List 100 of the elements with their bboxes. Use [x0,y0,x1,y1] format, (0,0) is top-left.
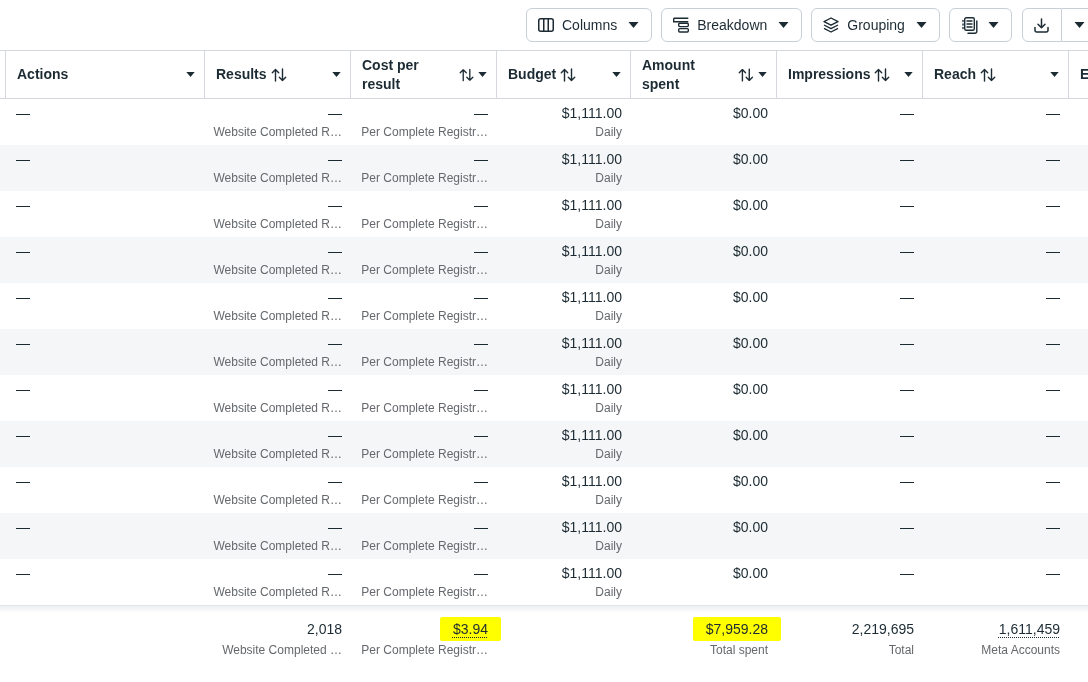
toolbar-menu-button[interactable] [948,8,1012,42]
dropdown-button[interactable] [1061,8,1088,42]
caret-icon[interactable] [904,72,913,77]
metric-caption: Per Complete Registr… [361,584,488,600]
sort-icon[interactable] [270,67,287,82]
caret-icon[interactable] [332,72,341,77]
sort-icon[interactable] [980,67,997,82]
metric-caption: Daily [595,262,622,278]
metric-value: $1,111.00 [561,242,622,260]
column-header[interactable]: Amount spent [631,51,777,98]
download-button[interactable] [1021,8,1062,42]
caret-icon[interactable] [612,72,621,77]
metric-value: $0.00 [732,288,768,306]
metric-value: — [900,104,914,122]
metric-value: — [16,472,30,490]
metric-value: — [900,242,914,260]
metric-value: — [16,104,30,122]
caret-icon[interactable] [186,72,195,77]
column-header[interactable]: Actions [5,51,205,98]
column-header[interactable]: Budget [497,51,631,98]
toolbar-button[interactable]: Grouping [811,8,940,42]
metric-value: — [328,380,342,398]
total-value: 2,219,695 [851,620,914,638]
metric-value: — [16,288,30,306]
sort-icon[interactable] [560,67,577,82]
column-header[interactable]: Reach [923,51,1069,98]
caret-icon[interactable] [758,72,767,77]
metric-caption: Website Completed R… [213,354,342,370]
metric-value: — [328,150,342,168]
metric-caption: Daily [595,400,622,416]
caret-icon[interactable] [778,22,790,28]
metric-caption: Daily [595,584,622,600]
metric-caption: Daily [595,492,622,508]
caret-icon[interactable] [1050,72,1059,77]
columns-icon [538,18,554,32]
metric-value: — [1046,104,1060,122]
metric-value: $1,111.00 [561,334,622,352]
metric-caption: Website Completed R… [213,584,342,600]
metric-value: — [1046,150,1060,168]
metric-caption: Website Completed R… [213,492,342,508]
metric-value: — [328,564,342,582]
metric-caption: Per Complete Registr… [361,400,488,416]
metric-value: — [474,196,488,214]
metric-caption: Daily [595,446,622,462]
metric-caption: Per Complete Registr… [361,354,488,370]
metric-value: — [474,104,488,122]
sort-icon[interactable] [458,67,474,82]
metric-value: — [474,334,488,352]
metric-caption: Daily [595,308,622,324]
metric-caption: Website Completed R… [213,538,342,554]
total-caption: Total [888,642,914,658]
caret-icon[interactable] [478,72,487,77]
metric-value: — [474,564,488,582]
metric-value: — [900,196,914,214]
toolbar-button[interactable]: Breakdown [661,8,803,42]
sort-icon[interactable] [874,67,891,82]
metric-value: $0.00 [732,380,768,398]
metric-value: — [328,472,342,490]
download-icon [1034,17,1050,33]
column-header[interactable]: Cost per result [351,51,497,98]
metric-caption: Per Complete Registr… [361,216,488,232]
metric-value: — [328,426,342,444]
metric-value: $1,111.00 [561,564,622,582]
metric-value: $0.00 [732,564,768,582]
metric-caption: Per Complete Registr… [361,308,488,324]
metric-value: — [900,380,914,398]
metric-value: — [900,334,914,352]
metric-value: — [16,380,30,398]
metric-value: — [328,518,342,536]
metric-value: — [16,196,30,214]
total-caption: Website Completed … [222,642,342,658]
highlighted-total-value: $3.94 [439,617,501,641]
column-header[interactable]: Impressions [777,51,923,98]
metric-value: $0.00 [732,426,768,444]
metric-value: — [1046,380,1060,398]
column-header[interactable]: Results [205,51,351,98]
caret-icon[interactable] [915,22,927,28]
metric-value: — [16,334,30,352]
metric-value: — [474,288,488,306]
metric-value: — [474,242,488,260]
metric-value: — [474,150,488,168]
sort-icon[interactable] [738,67,754,82]
column-header[interactable]: E [1069,51,1088,98]
metric-caption: Daily [595,124,622,140]
toolbar-button[interactable]: Columns [526,8,653,42]
metric-caption: Daily [595,354,622,370]
metric-value: $0.00 [732,196,768,214]
total-value: 2,018 [306,620,342,638]
metric-caption: Per Complete Registr… [361,124,488,140]
metric-caption: Website Completed R… [213,308,342,324]
metric-value: — [900,288,914,306]
metric-caption: Website Completed R… [213,216,342,232]
caret-icon[interactable] [987,22,999,28]
total-caption: Per Complete Registr… [361,642,488,658]
metric-value: — [1046,196,1060,214]
metric-value: — [328,104,342,122]
metric-value: — [900,564,914,582]
caret-icon[interactable] [628,22,640,28]
metric-value: — [474,426,488,444]
caret-icon[interactable] [1073,22,1085,28]
